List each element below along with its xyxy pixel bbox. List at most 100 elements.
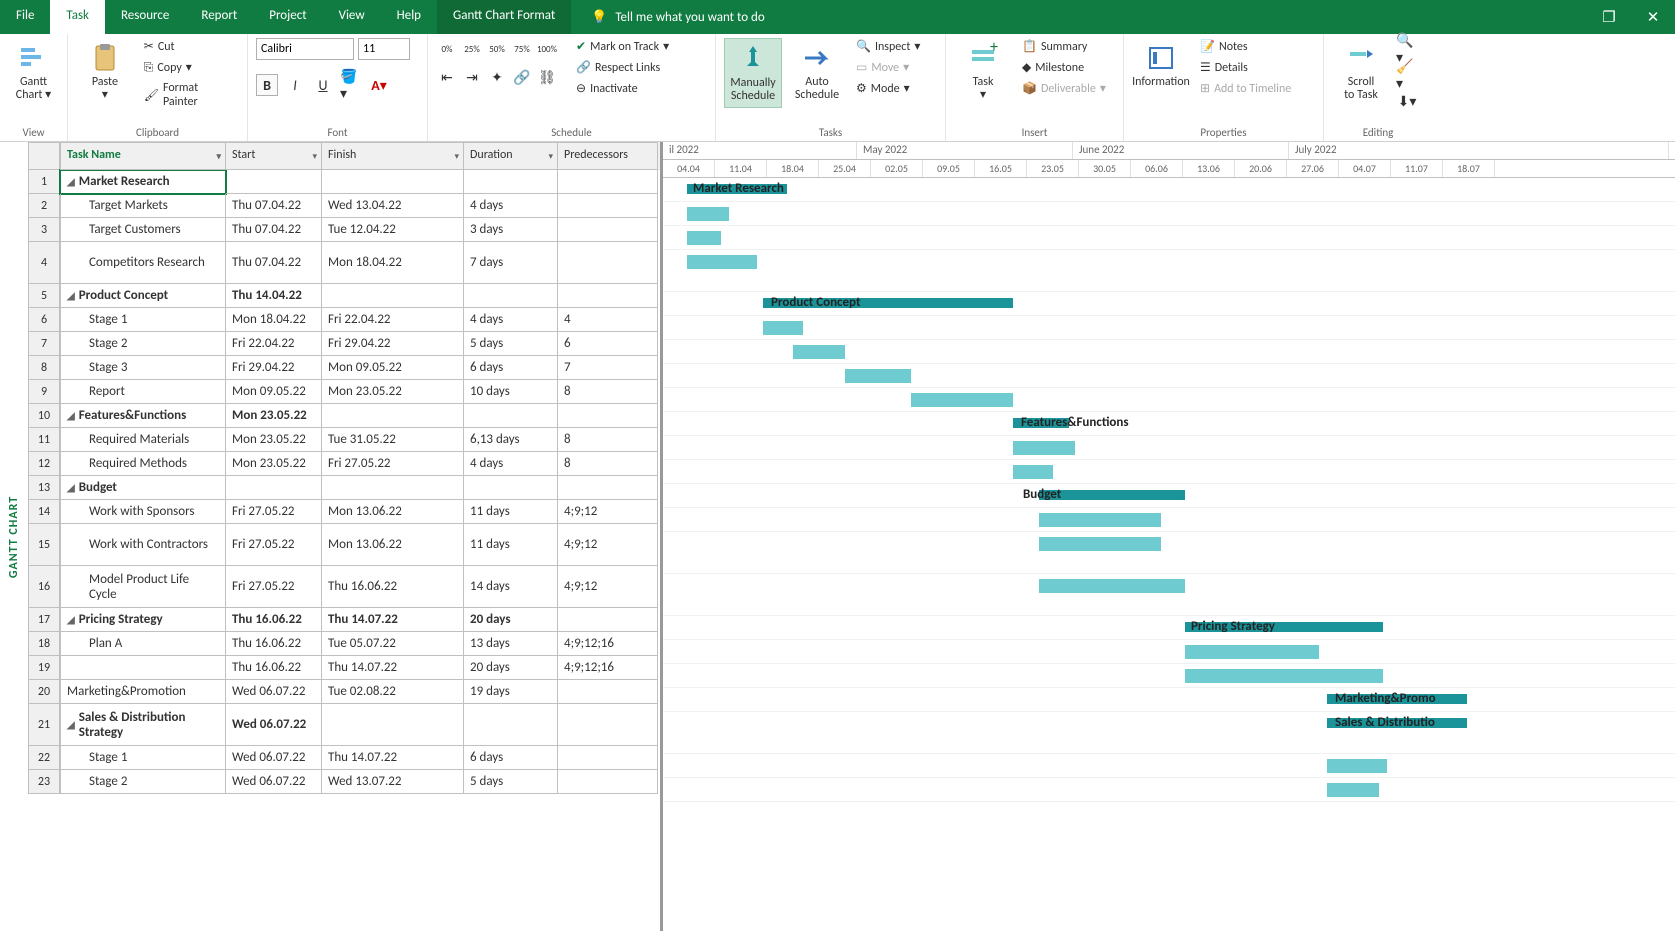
cell-duration[interactable]: 4 days (464, 194, 558, 218)
gantt-task-bar[interactable] (687, 207, 729, 221)
unlink-button[interactable]: ⛓ (536, 66, 558, 88)
cell-start[interactable]: Fri 27.05.22 (226, 524, 322, 566)
cell-task[interactable]: Stage 2 (60, 770, 226, 794)
cell-duration[interactable] (464, 170, 558, 194)
cell-duration[interactable]: 6 days (464, 356, 558, 380)
gantt-task-bar[interactable] (1039, 537, 1161, 551)
table-row[interactable]: ReportMon 09.05.22Mon 23.05.2210 days8 (60, 380, 660, 404)
cell-finish[interactable]: Thu 14.07.22 (322, 746, 464, 770)
cell-finish[interactable]: Mon 09.05.22 (322, 356, 464, 380)
cell-task[interactable]: Required Materials (60, 428, 226, 452)
table-row[interactable]: Marketing&PromotionWed 06.07.22Tue 02.08… (60, 680, 660, 704)
cell-duration[interactable]: 20 days (464, 608, 558, 632)
cell-duration[interactable]: 20 days (464, 656, 558, 680)
cell-predecessors[interactable] (558, 608, 658, 632)
row-number[interactable]: 8 (28, 356, 60, 380)
gantt-task-bar[interactable] (1185, 645, 1319, 659)
table-row[interactable]: ◢Market Research (60, 170, 660, 194)
cell-start[interactable]: Mon 23.05.22 (226, 404, 322, 428)
gantt-task-bar[interactable] (687, 255, 757, 269)
table-row[interactable]: Required MaterialsMon 23.05.22Tue 31.05.… (60, 428, 660, 452)
cell-task[interactable]: Target Customers (60, 218, 226, 242)
cell-task[interactable] (60, 656, 226, 680)
font-color-button[interactable]: A▾ (368, 74, 390, 96)
cell-finish[interactable]: Tue 02.08.22 (322, 680, 464, 704)
cell-predecessors[interactable] (558, 218, 658, 242)
add-timeline-button[interactable]: ⊞Add to Timeline (1196, 80, 1295, 97)
cell-duration[interactable]: 5 days (464, 332, 558, 356)
cell-duration[interactable] (464, 704, 558, 746)
cell-finish[interactable]: Thu 14.07.22 (322, 608, 464, 632)
mode-button[interactable]: ⚙Mode ▾ (852, 80, 924, 97)
cell-start[interactable]: Thu 07.04.22 (226, 218, 322, 242)
cell-duration[interactable]: 6 days (464, 746, 558, 770)
cell-duration[interactable]: 4 days (464, 452, 558, 476)
fill-color-button[interactable]: 🪣▾ (340, 74, 362, 96)
cell-task[interactable]: Work with Sponsors (60, 500, 226, 524)
mark-on-track-button[interactable]: ✔Mark on Track ▾ (572, 38, 673, 55)
bold-button[interactable]: B (256, 74, 278, 96)
tab-resource[interactable]: Resource (105, 0, 185, 34)
table-row[interactable]: ◢Budget (60, 476, 660, 500)
cell-predecessors[interactable] (558, 476, 658, 500)
copy-button[interactable]: ⎘Copy ▾ (140, 59, 239, 76)
cell-finish[interactable]: Mon 23.05.22 (322, 380, 464, 404)
cell-finish[interactable]: Fri 22.04.22 (322, 308, 464, 332)
table-row[interactable]: ◢Sales & Distribution StrategyWed 06.07.… (60, 704, 660, 746)
cell-start[interactable]: Wed 06.07.22 (226, 680, 322, 704)
cell-task[interactable]: Stage 3 (60, 356, 226, 380)
find-button[interactable]: 🔍▾ (1396, 38, 1418, 60)
pct-0-button[interactable]: 0% (436, 38, 458, 60)
format-painter-button[interactable]: 🖌Format Painter (140, 80, 239, 110)
move-button[interactable]: ▭Move ▾ (852, 59, 924, 76)
gantt-task-bar[interactable] (1039, 513, 1161, 527)
cell-task[interactable]: Plan A (60, 632, 226, 656)
table-row[interactable]: Stage 2Fri 22.04.22Fri 29.04.225 days6 (60, 332, 660, 356)
row-number[interactable]: 18 (28, 632, 60, 656)
cell-task[interactable]: Report (60, 380, 226, 404)
cell-finish[interactable] (322, 284, 464, 308)
gantt-task-bar[interactable] (1013, 441, 1075, 455)
cell-finish[interactable]: Thu 16.06.22 (322, 566, 464, 608)
row-number[interactable]: 4 (28, 242, 60, 284)
gantt-chart-area[interactable]: il 2022May 2022June 2022July 2022 04.041… (660, 142, 1675, 931)
tab-gantt-format[interactable]: Gantt Chart Format (437, 0, 571, 34)
cell-finish[interactable]: Tue 12.04.22 (322, 218, 464, 242)
cell-start[interactable] (226, 170, 322, 194)
tab-task[interactable]: Task (50, 0, 105, 34)
col-task-name[interactable]: Task Name▾ (60, 142, 226, 170)
cell-finish[interactable]: Thu 14.07.22 (322, 656, 464, 680)
cell-task[interactable]: Stage 1 (60, 308, 226, 332)
font-size-input[interactable] (358, 38, 410, 60)
cell-finish[interactable]: Fri 27.05.22 (322, 452, 464, 476)
cell-task[interactable]: ◢Pricing Strategy (60, 608, 226, 632)
cell-start[interactable]: Fri 27.05.22 (226, 566, 322, 608)
col-finish[interactable]: Finish▾ (322, 142, 464, 170)
cell-predecessors[interactable]: 4;9;12;16 (558, 656, 658, 680)
cell-finish[interactable]: Wed 13.04.22 (322, 194, 464, 218)
cell-predecessors[interactable] (558, 284, 658, 308)
cell-predecessors[interactable]: 8 (558, 380, 658, 404)
row-number[interactable]: 15 (28, 524, 60, 566)
table-row[interactable]: Model Product Life CycleFri 27.05.22Thu … (60, 566, 660, 608)
fill-button[interactable]: ⬇▾ (1396, 90, 1418, 112)
cell-start[interactable]: Thu 07.04.22 (226, 194, 322, 218)
tab-file[interactable]: File (0, 0, 50, 34)
cell-predecessors[interactable]: 4;9;12 (558, 524, 658, 566)
cell-predecessors[interactable]: 8 (558, 428, 658, 452)
cell-finish[interactable] (322, 704, 464, 746)
cell-start[interactable] (226, 476, 322, 500)
cell-finish[interactable]: Mon 13.06.22 (322, 500, 464, 524)
cell-duration[interactable] (464, 284, 558, 308)
table-row[interactable]: Stage 1Wed 06.07.22Thu 14.07.226 days (60, 746, 660, 770)
cell-duration[interactable]: 6,13 days (464, 428, 558, 452)
cell-finish[interactable]: Tue 05.07.22 (322, 632, 464, 656)
cut-button[interactable]: ✂Cut (140, 38, 239, 55)
cell-predecessors[interactable]: 6 (558, 332, 658, 356)
tab-view[interactable]: View (323, 0, 381, 34)
pct-50-button[interactable]: 50% (486, 38, 508, 60)
cell-predecessors[interactable]: 4;9;12 (558, 500, 658, 524)
table-row[interactable]: Work with ContractorsFri 27.05.22Mon 13.… (60, 524, 660, 566)
cell-start[interactable]: Wed 06.07.22 (226, 746, 322, 770)
cell-finish[interactable]: Tue 31.05.22 (322, 428, 464, 452)
